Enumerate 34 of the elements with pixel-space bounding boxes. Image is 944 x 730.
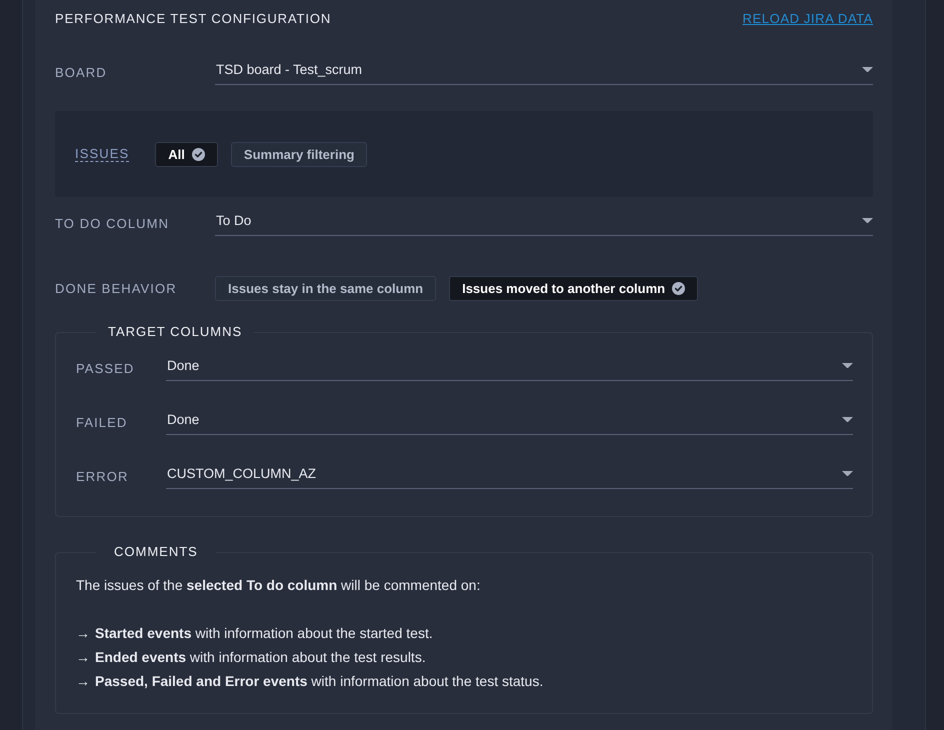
column-select[interactable]: Done [166, 355, 853, 381]
behavior-chip[interactable]: Issues moved to another column [449, 276, 698, 301]
bullet-arrow: → [76, 648, 91, 667]
filter-chip[interactable]: Summary filtering [230, 142, 368, 166]
field-label: DONE BEHAVIOR [55, 281, 178, 296]
behavior-chip[interactable]: Issues stay in the same column [215, 276, 436, 301]
dropdown-caret-icon [862, 66, 873, 72]
comment-event-text: Ended events with information about the test results. [95, 648, 426, 667]
group-legend: COMMENTS [96, 543, 216, 561]
board-select[interactable]: TSD board - Test_scrum [215, 59, 873, 85]
comment-event-text: Started events with information about the started test. [95, 624, 433, 643]
dropdown-caret-icon [862, 218, 873, 224]
field-label: ERROR [76, 468, 130, 484]
field-label: PASSED [76, 360, 136, 376]
column-select[interactable]: Done [166, 409, 853, 435]
todo-column-select[interactable]: To Do [215, 210, 873, 236]
bullet-arrow: → [76, 672, 91, 691]
dropdown-caret-icon [842, 362, 853, 368]
bullet-arrow: → [76, 624, 91, 643]
dropdown-caret-icon [842, 416, 853, 422]
field-label: BOARD [55, 64, 108, 80]
section-title: PERFORMANCE TEST CONFIGURATION [55, 10, 332, 26]
field-label: ISSUES [75, 146, 130, 162]
check-circle-icon [672, 282, 686, 295]
check-circle-icon [192, 148, 205, 160]
dropdown-caret-icon [842, 470, 853, 476]
field-label: FAILED [76, 414, 128, 430]
comment-event-text: Passed, Failed and Error events with information about the test status. [95, 672, 544, 691]
column-select[interactable]: CUSTOM_COLUMN_AZ [166, 463, 853, 489]
filter-chip[interactable]: All [155, 142, 218, 166]
reload-jira-data-link[interactable]: RELOAD JIRA DATA [742, 10, 873, 26]
comments-intro-text: The issues of the selected To do column will be commented on: [76, 576, 482, 595]
field-label: TO DO COLUMN [55, 216, 170, 230]
group-legend: TARGET COLUMNS [96, 323, 254, 341]
